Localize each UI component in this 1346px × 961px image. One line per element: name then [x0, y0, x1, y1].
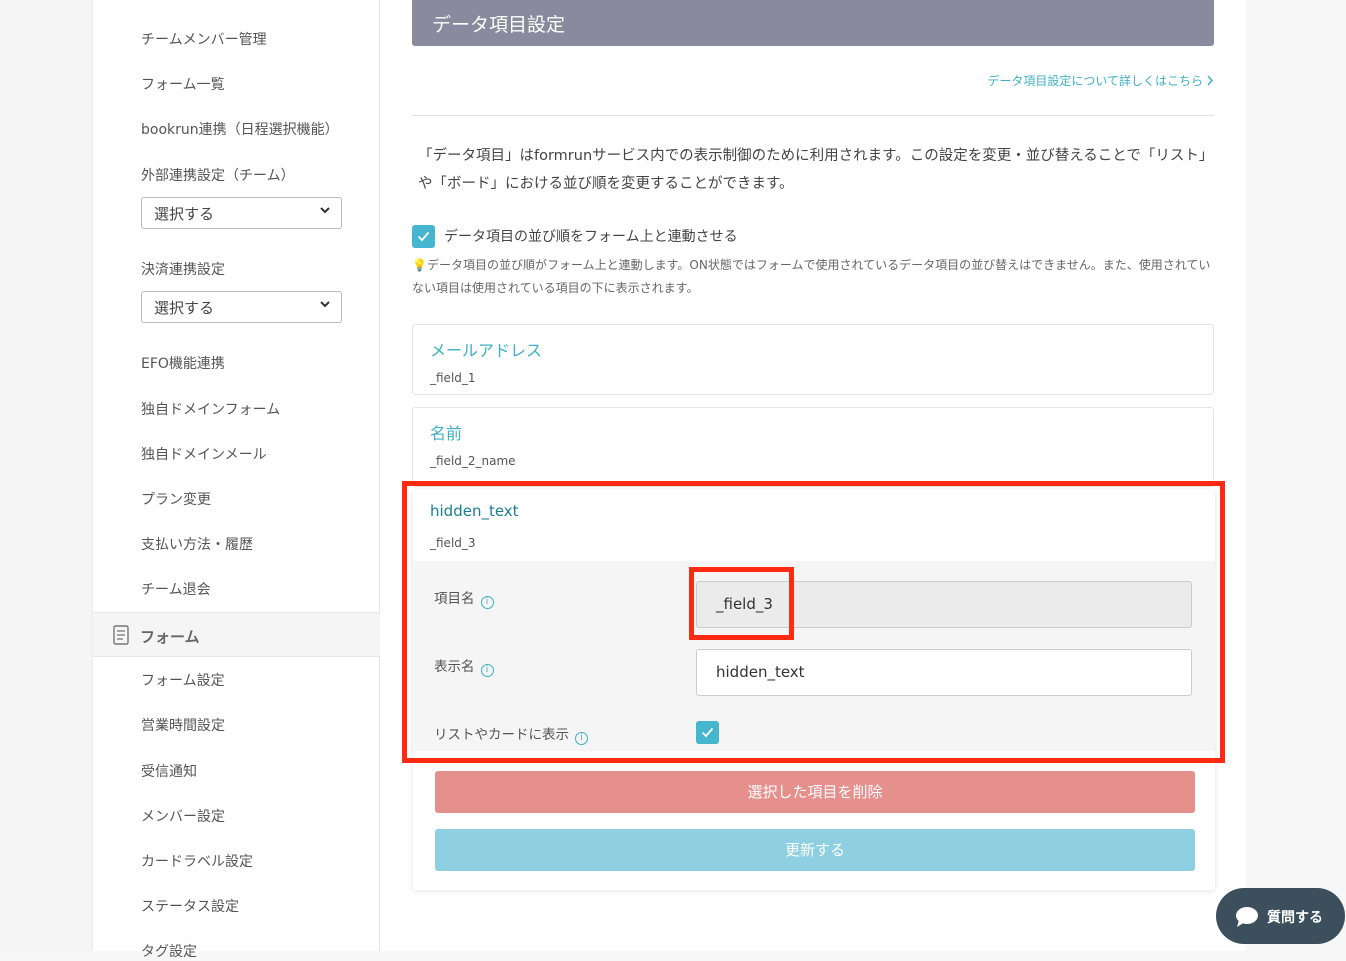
field-card-title: hidden_text: [430, 502, 519, 520]
field-detail-panel: 項目名 i _field_3 表示名 i hidden_text リストやカードに表…: [413, 561, 1215, 751]
info-icon[interactable]: i: [480, 596, 494, 609]
sidebar-item-member-settings[interactable]: メンバー設定: [141, 806, 225, 826]
help-link[interactable]: データ項目設定について詳しくはこちら: [987, 72, 1214, 89]
payment-integration-select-value: 選択する: [154, 299, 215, 317]
field-card-key: _field_2_name: [430, 454, 516, 468]
sidebar-section-form-label: フォーム: [140, 628, 200, 646]
sidebar-item-leave-team[interactable]: チーム退会: [141, 579, 211, 599]
sidebar-item-bookrun[interactable]: bookrun連携（日程選択機能）: [141, 119, 339, 139]
field-card-email[interactable]: メールアドレス _field_1: [412, 324, 1214, 395]
divider: [412, 115, 1214, 116]
sidebar-item-form-list[interactable]: フォーム一覧: [141, 74, 225, 94]
chevron-down-icon: [320, 301, 330, 308]
field-card-key: _field_1: [430, 371, 476, 385]
sidebar-item-tag-settings[interactable]: タグ設定: [141, 941, 197, 961]
right-gutter: [1246, 0, 1346, 951]
sidebar-item-status-settings[interactable]: ステータス設定: [141, 896, 239, 916]
update-button[interactable]: 更新する: [435, 829, 1195, 871]
sidebar-item-custom-domain-mail[interactable]: 独自ドメインメール: [141, 444, 267, 464]
info-icon[interactable]: i: [575, 732, 588, 745]
sync-note-text: データ項目の並び順がフォーム上と連動します。ON状態ではフォームで使用されている…: [412, 258, 1211, 295]
sidebar-external-integration-label: 外部連携設定（チーム）: [141, 168, 295, 184]
page-title: データ項目設定: [432, 14, 566, 36]
chat-support-label: 質問する: [1267, 910, 1323, 926]
sidebar-item-card-label[interactable]: カードラベル設定: [141, 851, 253, 871]
show-in-list-checkbox[interactable]: [696, 721, 719, 744]
sync-order-checkbox[interactable]: [412, 225, 435, 248]
external-integration-select[interactable]: 選択する: [141, 197, 342, 229]
chevron-down-icon: [320, 207, 330, 214]
speech-bubble-icon: [1236, 907, 1258, 927]
left-gutter: [0, 0, 92, 951]
sidebar-item-team-members[interactable]: チームメンバー管理: [141, 29, 267, 49]
page-header: データ項目設定: [412, 0, 1214, 46]
help-link-text: データ項目設定について詳しくはこちら: [987, 74, 1203, 88]
external-integration-select-value: 選択する: [154, 205, 215, 223]
sidebar-item-form-settings[interactable]: フォーム設定: [141, 670, 225, 690]
item-name-label: 項目名 i: [434, 587, 494, 609]
sidebar-item-business-hours[interactable]: 営業時間設定: [141, 715, 225, 735]
check-icon: [417, 231, 430, 242]
field-card-key: _field_3: [430, 536, 476, 550]
info-icon[interactable]: i: [480, 664, 494, 677]
sidebar-payment-label: 決済連携設定: [141, 262, 225, 278]
show-in-list-label: リストやカードに表示 i: [434, 723, 588, 745]
document-icon: [113, 625, 129, 645]
sync-note: 💡データ項目の並び順がフォーム上と連動します。ON状態ではフォームで使用されてい…: [412, 254, 1218, 300]
display-name-label: 表示名 i: [434, 655, 494, 677]
sidebar-item-payment-history[interactable]: 支払い方法・履歴: [141, 534, 253, 554]
sidebar-section-form: フォーム: [93, 612, 380, 657]
main-content: データ項目設定 データ項目設定について詳しくはこちら 「データ項目」はformr…: [380, 0, 1246, 951]
delete-selected-button[interactable]: 選択した項目を削除: [435, 771, 1195, 813]
sidebar-item-custom-domain-form[interactable]: 独自ドメインフォーム: [141, 399, 280, 419]
sidebar-item-efo[interactable]: EFO機能連携: [141, 353, 225, 373]
sidebar-item-plan-change[interactable]: プラン変更: [141, 489, 211, 509]
field-card-title: 名前: [430, 424, 463, 443]
field-card-hidden-text[interactable]: hidden_text _field_3 項目名 i _field_3 表示名 i …: [413, 490, 1215, 890]
chevron-right-icon: [1207, 75, 1214, 86]
item-name-field: _field_3: [696, 581, 1192, 628]
sidebar: チームメンバー管理 フォーム一覧 bookrun連携（日程選択機能） 外部連携設…: [92, 0, 380, 960]
field-card-title: メールアドレス: [430, 341, 543, 360]
chat-support-button[interactable]: 質問する: [1216, 888, 1345, 944]
description-text: 「データ項目」はformrunサービス内での表示制御のために利用されます。この設…: [418, 148, 1214, 192]
sidebar-item-notifications[interactable]: 受信通知: [141, 761, 197, 781]
field-card-name[interactable]: 名前 _field_2_name: [412, 407, 1214, 487]
sync-order-label: データ項目の並び順をフォーム上と連動させる: [444, 229, 738, 245]
check-icon: [701, 727, 714, 738]
payment-integration-select[interactable]: 選択する: [141, 291, 342, 323]
lightbulb-icon: 💡: [412, 258, 427, 272]
display-name-input[interactable]: hidden_text: [696, 649, 1192, 696]
